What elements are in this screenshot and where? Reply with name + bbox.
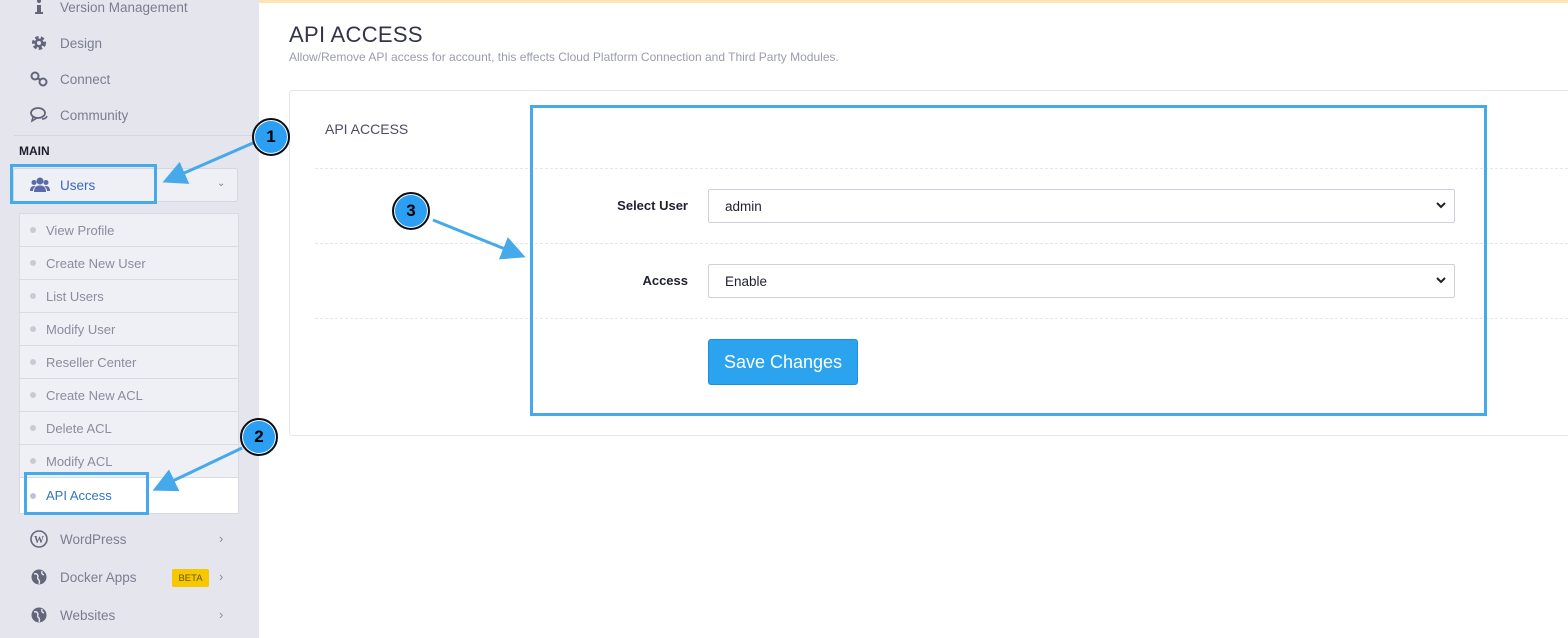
submenu-item-label: Reseller Center (46, 354, 137, 370)
step-badge-3: 3 (392, 192, 430, 230)
bullet-icon (30, 458, 36, 464)
sidebar-item-label: Docker Apps (60, 569, 137, 585)
gear-icon (28, 34, 50, 52)
submenu-item-list-users[interactable]: List Users (20, 280, 238, 313)
submenu-item-create-new-user[interactable]: Create New User (20, 247, 238, 280)
step-badge-1: 1 (252, 118, 290, 156)
section-label-main: MAIN (19, 144, 50, 158)
submenu-item-label: List Users (46, 288, 104, 304)
info-icon (28, 0, 50, 16)
chevron-right-icon: › (219, 531, 224, 546)
sidebar: Version Management Design Connect Commun… (0, 0, 259, 638)
sidebar-item-label: WordPress (60, 531, 127, 547)
sidebar-item-label: Version Management (60, 0, 188, 15)
svg-text:W: W (34, 535, 44, 546)
top-banner (259, 0, 1568, 3)
sidebar-item-label: Connect (60, 71, 111, 87)
sidebar-item-connect[interactable]: Connect (28, 67, 110, 91)
bullet-icon (30, 425, 36, 431)
link-icon (28, 70, 50, 88)
bullet-icon (30, 260, 36, 266)
step-badge-2: 2 (240, 418, 278, 456)
page-title: API ACCESS (289, 22, 423, 47)
globe-icon (28, 568, 50, 586)
highlight-box-api-access (24, 472, 149, 515)
sidebar-item-label: Websites (60, 607, 116, 623)
highlight-box-users (10, 164, 157, 204)
submenu-item-modify-user[interactable]: Modify User (20, 313, 238, 346)
globe-icon (28, 606, 50, 624)
sidebar-item-wordpress[interactable]: W WordPress (28, 527, 127, 551)
wordpress-icon: W (28, 530, 50, 548)
bullet-icon (30, 392, 36, 398)
submenu-item-label: View Profile (46, 222, 115, 238)
highlight-box-form (530, 105, 1487, 416)
sidebar-item-community[interactable]: Community (28, 103, 128, 127)
submenu-item-view-profile[interactable]: View Profile (20, 214, 238, 247)
submenu-item-label: Modify User (46, 321, 116, 337)
bullet-icon (30, 326, 36, 332)
comments-icon (28, 106, 50, 124)
submenu-item-reseller-center[interactable]: Reseller Center (20, 346, 238, 379)
sidebar-item-label: Design (60, 35, 103, 51)
submenu-item-create-new-acl[interactable]: Create New ACL (20, 379, 238, 412)
sidebar-item-version-management[interactable]: Version Management (28, 0, 188, 19)
submenu-item-delete-acl[interactable]: Delete ACL (20, 412, 238, 445)
chevron-right-icon: › (219, 607, 224, 622)
sidebar-item-label: Community (60, 107, 129, 123)
beta-badge: BETA (172, 569, 209, 587)
chevron-down-icon: ⌄ (217, 178, 226, 189)
submenu-item-label: Delete ACL (46, 420, 112, 436)
bullet-icon (30, 227, 36, 233)
sidebar-item-websites[interactable]: Websites (28, 603, 115, 627)
chevron-right-icon: › (219, 569, 224, 584)
sidebar-divider (14, 135, 259, 136)
sidebar-item-docker-apps[interactable]: Docker Apps (28, 565, 137, 589)
sidebar-item-design[interactable]: Design (28, 31, 102, 55)
submenu-item-label: Modify ACL (46, 453, 113, 469)
submenu-item-label: Create New User (46, 255, 146, 271)
page-subtitle: Allow/Remove API access for account, thi… (289, 50, 839, 64)
submenu-item-label: Create New ACL (46, 387, 143, 403)
bullet-icon (30, 293, 36, 299)
bullet-icon (30, 359, 36, 365)
panel-title: API ACCESS (325, 121, 409, 137)
users-submenu: View Profile Create New User List Users … (19, 213, 239, 514)
